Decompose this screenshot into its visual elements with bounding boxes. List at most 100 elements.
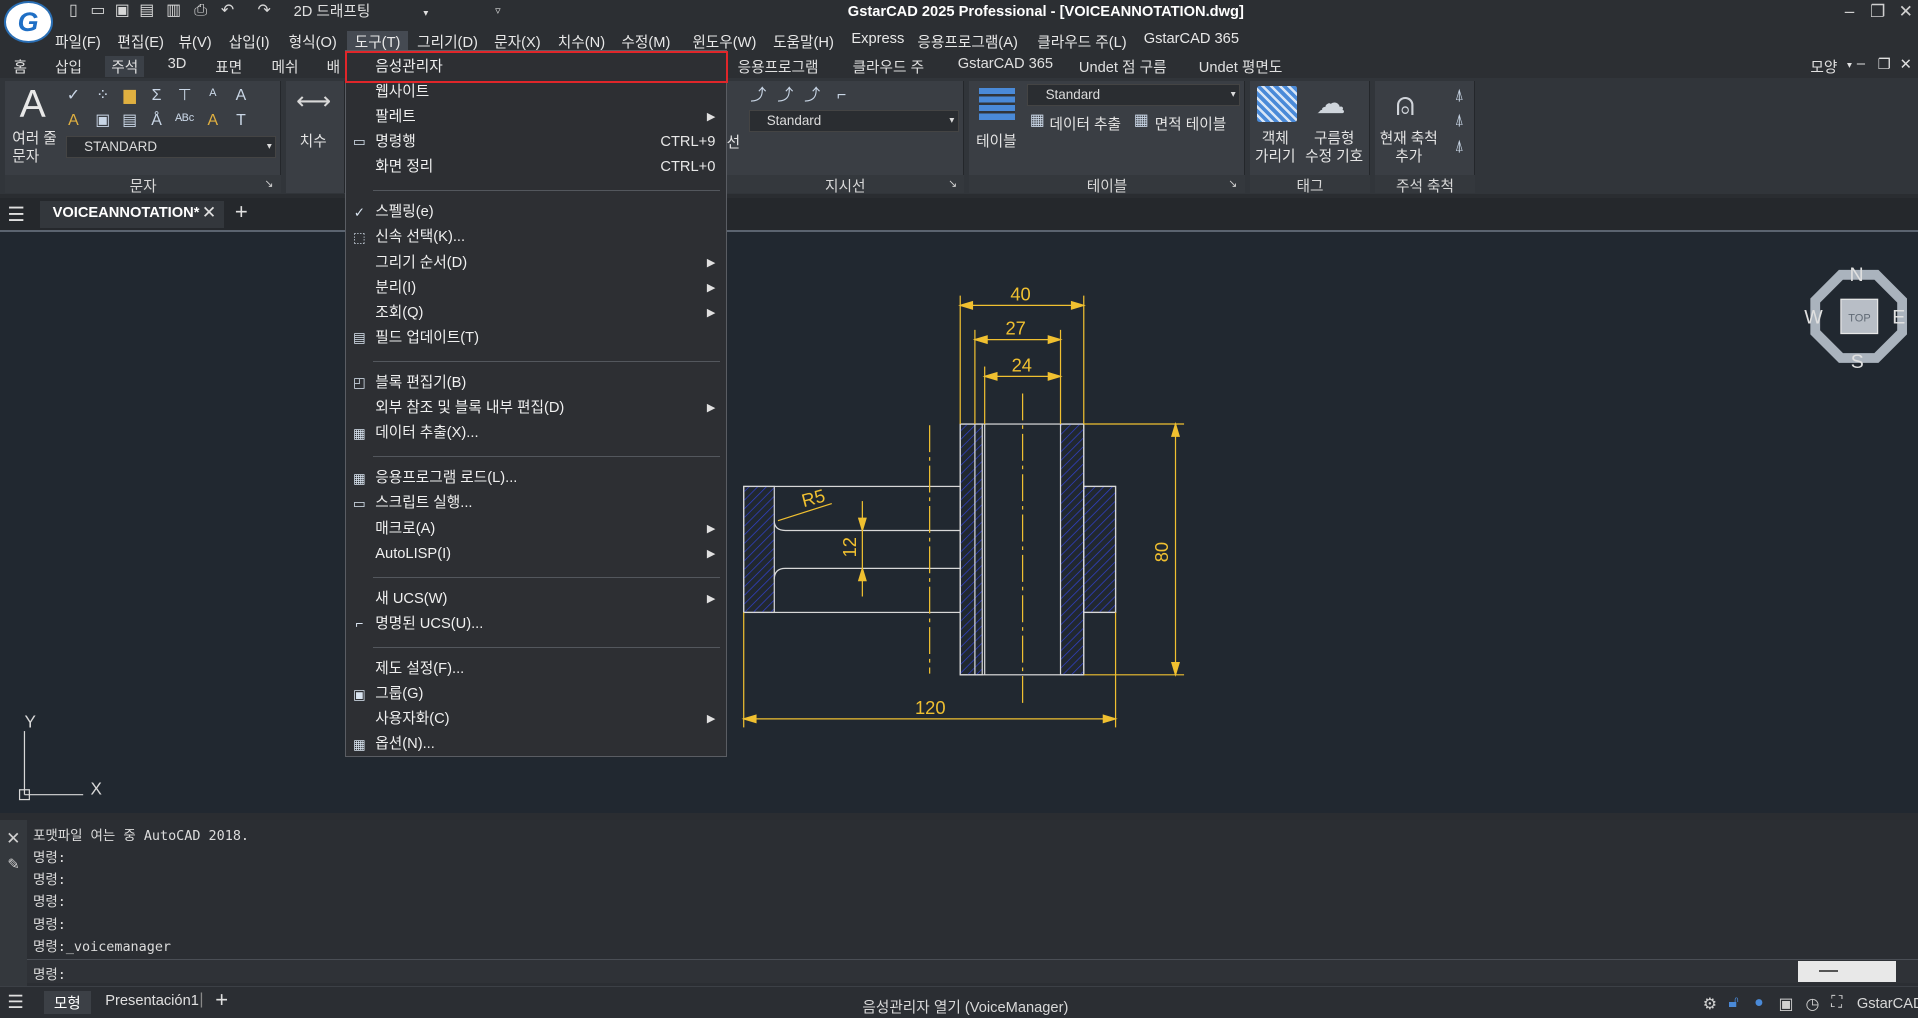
revcloud-label[interactable]: 구름형 수정 기호 <box>1305 130 1363 167</box>
menu-item[interactable]: 팔레트 ▶ <box>346 105 725 130</box>
menu-item[interactable]: AutoLISP(I) ▶ <box>346 542 725 567</box>
tab-layout1[interactable]: Presentación1 <box>105 993 199 1009</box>
menu-item[interactable]: ▦ 응용프로그램 로드(L)... <box>346 466 725 491</box>
isolate-icon[interactable]: ◷ <box>1805 994 1819 1014</box>
area-table-icon[interactable]: ▦ <box>1131 111 1151 131</box>
menu-item[interactable]: 외부 참조 및 블록 내부 편집(D) ▶ <box>346 396 725 421</box>
menu-cloud[interactable]: 클라우드 주(L) <box>1037 31 1126 52</box>
ribbon-minimize-icon[interactable]: ‒ <box>1857 56 1865 72</box>
minimize-icon[interactable]: ‒ <box>1837 1 1861 23</box>
menu-item[interactable]: 분리(I) ▶ <box>346 276 725 301</box>
text-tool-icon[interactable]: A <box>64 111 84 131</box>
dimension-icon[interactable]: ⟷ <box>296 86 331 116</box>
tab-undet-plan[interactable]: Undet 평면도 <box>1199 56 1283 77</box>
add-current-scale-label[interactable]: 현재 축척 추가 <box>1380 130 1438 167</box>
menu-item[interactable]: 그리기 순서(D) ▶ <box>346 251 725 276</box>
menu-tools[interactable]: 도구(T) <box>347 30 408 52</box>
new-file-icon[interactable]: ▯ <box>65 2 82 20</box>
menu-item[interactable]: 매크로(A) ▶ <box>346 517 725 542</box>
text-style-combo[interactable]: STANDARD ▾ <box>66 135 277 158</box>
table-style-combo[interactable]: Standard ▾ <box>1027 84 1241 107</box>
menu-item[interactable]: 새 UCS(W) ▶ <box>346 587 725 612</box>
menu-item[interactable]: ▣ 그룹(G) <box>346 682 725 707</box>
data-extract-label[interactable]: 데이터 추출 <box>1050 113 1122 134</box>
delete-scale-icon[interactable]: ⍋ <box>1450 111 1470 131</box>
save-icon[interactable]: ▣ <box>114 2 131 20</box>
close-command-icon[interactable]: ✕ <box>6 829 20 849</box>
spell-check-icon[interactable]: ✓ <box>64 86 84 106</box>
panel-launcher-icon[interactable]: ↘ <box>1228 177 1237 190</box>
text-mask-icon[interactable]: ▤ <box>120 111 140 131</box>
menu-item[interactable]: ▭ 스크립트 실행... <box>346 491 725 516</box>
add-leader-icon[interactable]: ⤴ <box>776 86 796 106</box>
undo-icon[interactable]: ↶ <box>219 2 236 20</box>
menu-draw[interactable]: 그리기(D) <box>417 31 478 52</box>
text-edit-icon[interactable]: ▆ <box>120 86 140 106</box>
align-leader-icon[interactable]: ⤴ <box>802 86 822 106</box>
add-layout-icon[interactable]: + <box>215 987 228 1013</box>
menu-express[interactable]: Express <box>851 31 904 47</box>
gear-icon[interactable]: ⚙ <box>1703 994 1717 1014</box>
dimension-label[interactable]: 치수 <box>300 130 327 151</box>
menu-dimension[interactable]: 치수(N) <box>558 31 605 52</box>
table-icon[interactable] <box>978 88 1016 120</box>
drawing-canvas[interactable]: 40 27 24 R5 12 80 120 Y X TOP N S E W <box>0 229 1918 814</box>
menu-modify[interactable]: 수정(M) <box>621 31 670 52</box>
text-case-icon[interactable]: ᴬ <box>203 86 223 106</box>
bulb-icon[interactable]: ● <box>1754 994 1764 1012</box>
document-tab[interactable]: VOICEANNOTATION* <box>40 200 224 228</box>
menu-format[interactable]: 형식(O) <box>289 31 337 52</box>
tab-mesh[interactable]: 메쉬 <box>272 56 299 77</box>
find-text-icon[interactable]: ⁘ <box>93 86 113 106</box>
menu-item[interactable]: ⌐ 명명된 UCS(U)... <box>346 612 725 637</box>
layout-menu-icon[interactable]: ☰ <box>7 991 23 1013</box>
clean-screen-icon[interactable]: ⛶ <box>1831 994 1842 1012</box>
menu-item[interactable]: ▤ 필드 업데이트(T) <box>346 326 725 351</box>
menu-insert[interactable]: 삽입(I) <box>229 31 270 52</box>
tab-3d[interactable]: 3D <box>168 56 187 72</box>
tab-undet-pointcloud[interactable]: Undet 점 구름 <box>1079 56 1167 77</box>
collect-leader-icon[interactable]: ⌐ <box>832 86 852 106</box>
menu-edit[interactable]: 편집(E) <box>117 31 164 52</box>
menu-gstarcad365[interactable]: GstarCAD 365 <box>1144 31 1239 47</box>
menu-item[interactable]: ✓ 스펠링(e) <box>346 200 725 225</box>
close-icon[interactable]: ✕ <box>1894 1 1918 23</box>
scale-person-icon[interactable]: ⍝ <box>1396 86 1415 124</box>
menu-text[interactable]: 문자(X) <box>494 31 541 52</box>
redo-icon[interactable]: ↷ <box>256 2 273 20</box>
ribbon-restore-icon[interactable]: ❐ <box>1878 56 1891 73</box>
menu-help[interactable]: 도움말(H) <box>773 31 834 52</box>
data-extract-icon[interactable]: ▦ <box>1027 111 1047 131</box>
wipeout-icon[interactable] <box>1257 85 1297 123</box>
lock-icon[interactable]: 🔓︎ <box>1728 994 1738 1012</box>
ribbon-close-icon[interactable]: ✕ <box>1900 56 1912 73</box>
text-align-icon[interactable]: ⊤ <box>175 86 195 106</box>
tab-annotate[interactable]: 주석 <box>105 56 145 78</box>
customize-command-icon[interactable]: ✎ <box>7 856 19 873</box>
menu-application[interactable]: 응용프로그램(A) <box>917 31 1017 52</box>
menu-item[interactable]: 제도 설정(F)... <box>346 657 725 682</box>
tab-model[interactable]: 모형 <box>44 990 91 1015</box>
menu-item[interactable]: ▦ 데이터 추출(X)... <box>346 421 725 446</box>
hamburger-menu-icon[interactable]: ☰ <box>7 203 25 227</box>
customize-toolbar-icon[interactable]: ▿ <box>489 2 506 20</box>
text-frame-icon[interactable]: ▣ <box>93 111 113 131</box>
menu-item[interactable]: ◰ 블록 편집기(B) <box>346 371 725 396</box>
leader-icon[interactable]: ⤴ <box>749 86 769 106</box>
menu-item[interactable]: ▭ 명령행 CTRL+9 <box>346 130 725 155</box>
menu-window[interactable]: 윈도우(W) <box>692 31 756 52</box>
close-tab-icon[interactable]: ✕ <box>202 203 216 223</box>
tab-application[interactable]: 응용프로그램 <box>738 56 819 77</box>
command-prompt[interactable]: 명령: <box>33 963 66 983</box>
leader-style-combo[interactable]: Standard ▾ <box>748 110 959 133</box>
app-logo-icon[interactable]: G <box>3 1 53 43</box>
chevron-down-icon[interactable]: ▾ <box>1847 60 1852 71</box>
command-input-row[interactable] <box>26 958 1918 984</box>
table-label[interactable]: 테이블 <box>976 130 1016 151</box>
tab-surface[interactable]: 표면 <box>215 56 242 77</box>
sum-field-icon[interactable]: Σ <box>147 86 167 106</box>
menu-item[interactable]: 사용자화(C) ▶ <box>346 707 725 732</box>
tab-layout[interactable]: 배 <box>327 56 340 77</box>
ribbon-appearance[interactable]: 모양 <box>1810 56 1837 77</box>
menu-item[interactable]: 화면 정리 CTRL+0 <box>346 155 725 180</box>
